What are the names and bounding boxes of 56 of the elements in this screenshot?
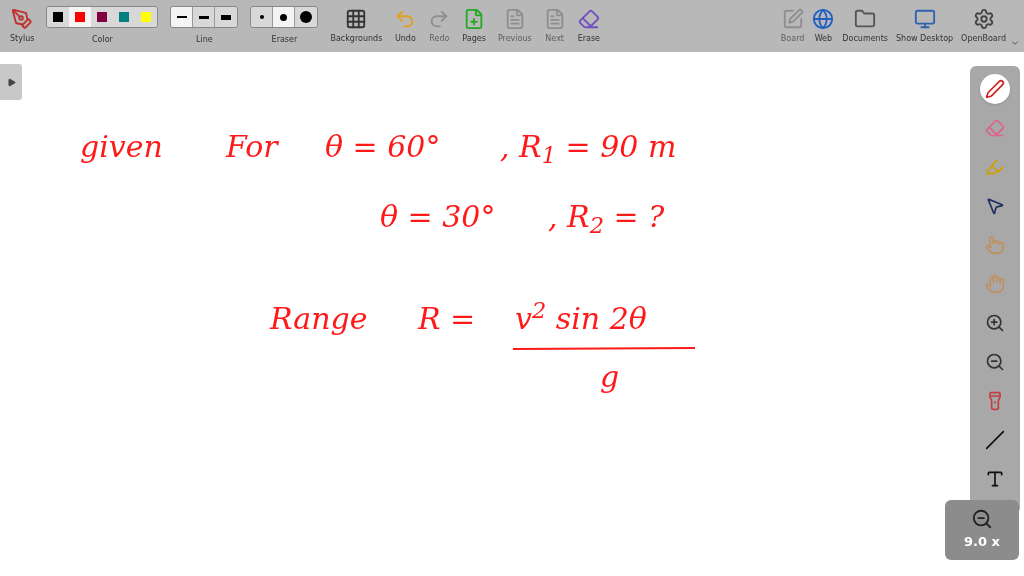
line-icon <box>985 430 1005 450</box>
size-option[interactable] <box>193 7 216 27</box>
toolbar-button[interactable]: Stylus <box>4 0 41 52</box>
pointing-hand-icon <box>985 235 1005 255</box>
arrow-pointer-icon <box>985 196 1005 216</box>
zoom-reading: 9.0 x <box>964 533 1000 552</box>
tool-button[interactable] <box>980 74 1010 104</box>
side-panel-tab[interactable] <box>0 64 22 100</box>
grid-icon <box>345 7 368 30</box>
hand-icon <box>985 274 1005 294</box>
color-swatch[interactable] <box>69 7 92 27</box>
play-icon <box>6 77 16 87</box>
handwritten-text: v$^{2}$ sin 2θ <box>515 304 647 334</box>
toolbar-button[interactable]: Backgrounds <box>324 0 389 52</box>
highlighter-icon <box>985 157 1005 177</box>
zoom-out-icon[interactable] <box>971 508 993 531</box>
stylus-icon <box>11 7 34 30</box>
size-option[interactable] <box>251 7 274 27</box>
handwritten-text: θ = 30° <box>380 202 496 232</box>
monitor-icon <box>913 7 936 30</box>
tool-label: Color <box>91 34 113 46</box>
handwritten-text: , R$_{1}$ = 90 m <box>500 132 677 162</box>
toolbar-button[interactable]: Web <box>808 0 839 52</box>
toolbar-button[interactable]: Erase <box>571 0 607 52</box>
toolbar-button[interactable]: Undo <box>388 0 423 52</box>
color-swatch[interactable] <box>135 7 158 27</box>
color-swatch[interactable] <box>91 7 114 27</box>
eraser-icon <box>985 118 1005 138</box>
text-icon <box>985 469 1005 489</box>
pencil-board-icon <box>781 7 804 30</box>
handwritten-text: For <box>226 132 278 162</box>
pen-icon <box>985 79 1005 99</box>
eraser-icon <box>577 7 600 30</box>
toolbar-button[interactable]: Show Desktop <box>892 0 958 52</box>
color-swatch[interactable] <box>47 7 70 27</box>
handwritten-text: g <box>600 362 620 392</box>
handwritten-text: given <box>80 132 163 162</box>
dropdown-caret-icon[interactable] <box>1010 38 1020 48</box>
zoom-out-icon <box>985 352 1005 372</box>
zoom-in-icon <box>985 313 1005 333</box>
size-option[interactable] <box>171 7 194 27</box>
size-option[interactable] <box>215 7 238 27</box>
toolbar-button[interactable]: Documents <box>838 0 892 52</box>
folder-icon <box>854 7 877 30</box>
handwritten-text: R = <box>418 304 476 334</box>
globe-icon <box>812 7 835 30</box>
handwritten-text: Range <box>270 304 368 334</box>
size-option[interactable] <box>295 7 318 27</box>
handwritten-text: , R$_{2}$ = ? <box>548 202 665 232</box>
handwritten-text: θ = 60° <box>325 132 441 162</box>
size-option[interactable] <box>273 7 296 27</box>
tool-label: Line <box>196 34 213 46</box>
tool-label: Eraser <box>271 34 298 46</box>
toolbar-button[interactable]: Pages <box>456 0 492 52</box>
settings-icon <box>972 7 995 30</box>
toolbar-button[interactable]: OpenBoard <box>957 0 1010 52</box>
